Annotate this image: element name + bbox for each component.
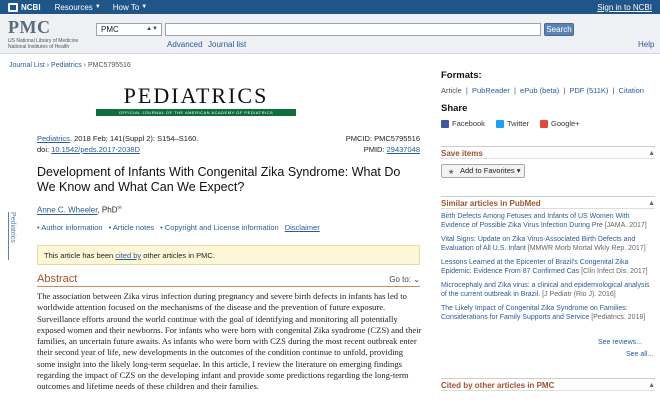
journal-side-tab[interactable]: Pediatrics <box>8 212 20 260</box>
abstract-text: The association between Zika virus infec… <box>37 291 422 391</box>
breadcrumb-journal-list[interactable]: Journal List <box>9 62 45 69</box>
article-title: Development of Infants With Congenital Z… <box>37 165 401 194</box>
citation: Pediatrics. 2018 Feb; 141(Suppl 2): S154… <box>37 134 420 154</box>
abstract-heading: Abstract <box>37 273 78 285</box>
resources-menu[interactable]: Resources ▼ <box>55 3 101 12</box>
list-item[interactable]: Birth Defects Among Fetuses and Infants … <box>441 212 655 230</box>
chevron-down-icon: ▼ <box>141 4 148 10</box>
ncbi-top-bar: NCBI Resources ▼ How To ▼ Sign in to NCBI <box>0 0 660 14</box>
breadcrumb-journal[interactable]: Pediatrics <box>51 62 82 69</box>
format-article[interactable]: Article <box>441 86 462 95</box>
collapse-icon[interactable]: ▲ <box>648 382 655 389</box>
journal-name: PEDIATRICS <box>123 83 269 108</box>
copyright-toggle[interactable]: • Copyright and License information <box>160 223 279 232</box>
pmc-header: PMC US National Library of Medicine Nati… <box>0 14 660 54</box>
list-item[interactable]: Lessons Learned at the Epicenter of Braz… <box>441 258 655 276</box>
author-information-toggle[interactable]: • Author information <box>37 223 103 232</box>
advanced-link[interactable]: Advanced <box>167 40 203 49</box>
help-link[interactable]: Help <box>638 40 654 49</box>
share-twitter[interactable]: Twitter <box>495 119 529 129</box>
similar-articles-header[interactable]: Similar articles in PubMed ▲ <box>441 196 655 209</box>
add-to-favorites-button[interactable]: ★ Add to Favorites ▾ <box>441 164 525 178</box>
chevron-down-icon: ▼ <box>94 4 101 10</box>
chevron-down-icon: ⌄ <box>413 275 420 284</box>
disclaimer-link[interactable]: Disclaimer <box>285 223 320 232</box>
facebook-icon <box>441 120 449 129</box>
search-button[interactable]: Search <box>544 23 574 36</box>
pmid-link[interactable]: 29437048 <box>387 145 420 154</box>
doi-link[interactable]: 10.1542/peds.2017-2038D <box>51 145 140 154</box>
collapse-icon[interactable]: ▲ <box>648 150 655 157</box>
similar-articles-list: Birth Defects Among Fetuses and Infants … <box>441 212 655 327</box>
email-icon[interactable]: ✉ <box>118 205 122 211</box>
formats-list: Article | PubReader | ePub (beta) | PDF … <box>441 86 644 95</box>
search-input[interactable] <box>165 23 541 36</box>
breadcrumb: Journal List › Pediatrics › PMC5795516 <box>9 62 131 69</box>
list-item[interactable]: The Likely Impact of Congenital Zika Syn… <box>441 304 655 322</box>
journal-banner[interactable]: PEDIATRICS OFFICIAL JOURNAL OF THE AMERI… <box>96 85 296 117</box>
format-pubreader[interactable]: PubReader <box>472 86 510 95</box>
updown-arrow-icon: ▲▼ <box>146 26 158 32</box>
how-to-menu[interactable]: How To ▼ <box>113 3 147 12</box>
journal-strip: OFFICIAL JOURNAL OF THE AMERICAN ACADEMY… <box>96 109 296 116</box>
list-item[interactable]: Vital Signs: Update on Zika Virus-Associ… <box>441 235 655 253</box>
pmcid: PMCID: PMC5795516 <box>345 134 420 143</box>
article-info-links: • Author information • Article notes • C… <box>37 223 320 232</box>
share-facebook[interactable]: Facebook <box>441 119 485 129</box>
format-epub[interactable]: ePub (beta) <box>520 86 559 95</box>
cited-by-notice: This article has been cited by other art… <box>37 245 420 265</box>
author-link[interactable]: Anne C. Wheeler <box>37 206 97 215</box>
breadcrumb-article-id: PMC5795516 <box>88 62 131 69</box>
share-list: Facebook Twitter Google+ <box>441 119 580 129</box>
author-list: Anne C. Wheeler, PhD✉ <box>37 205 122 215</box>
save-items-header[interactable]: Save items ▲ <box>441 146 655 159</box>
goto-menu[interactable]: Go to: ⌄ <box>389 275 420 284</box>
format-pdf[interactable]: PDF (511K) <box>569 86 608 95</box>
star-icon: ★ <box>448 169 455 176</box>
format-citation[interactable]: Citation <box>619 86 644 95</box>
google-plus-icon <box>540 120 549 129</box>
database-select[interactable]: PMC ▲▼ <box>96 23 162 36</box>
see-reviews-link[interactable]: See reviews... <box>598 339 660 346</box>
collapse-icon[interactable]: ▲ <box>648 200 655 207</box>
ncbi-logo[interactable]: NCBI <box>8 2 41 12</box>
journal-link[interactable]: Pediatrics <box>37 134 70 143</box>
sign-in-link[interactable]: Sign in to NCBI <box>597 3 652 12</box>
ncbi-logo-icon <box>8 2 18 12</box>
journal-list-link[interactable]: Journal list <box>208 40 246 49</box>
twitter-icon <box>495 120 504 129</box>
see-all-link[interactable]: See all... <box>626 351 660 358</box>
list-item[interactable]: Microcephaly and Zika virus: a clinical … <box>441 281 655 299</box>
article-notes-toggle[interactable]: • Article notes <box>109 223 155 232</box>
share-heading: Share <box>441 103 468 114</box>
pmc-logo[interactable]: PMC US National Library of Medicine Nati… <box>8 17 78 50</box>
formats-heading: Formats: <box>441 70 482 81</box>
abstract-heading-bar: Abstract Go to: ⌄ <box>37 273 420 287</box>
cited-by-header[interactable]: Cited by other articles in PMC ▲ <box>441 378 655 391</box>
share-google[interactable]: Google+ <box>540 119 580 129</box>
chevron-down-icon: ▾ <box>516 166 521 175</box>
cited-by-link[interactable]: cited by <box>115 251 141 260</box>
